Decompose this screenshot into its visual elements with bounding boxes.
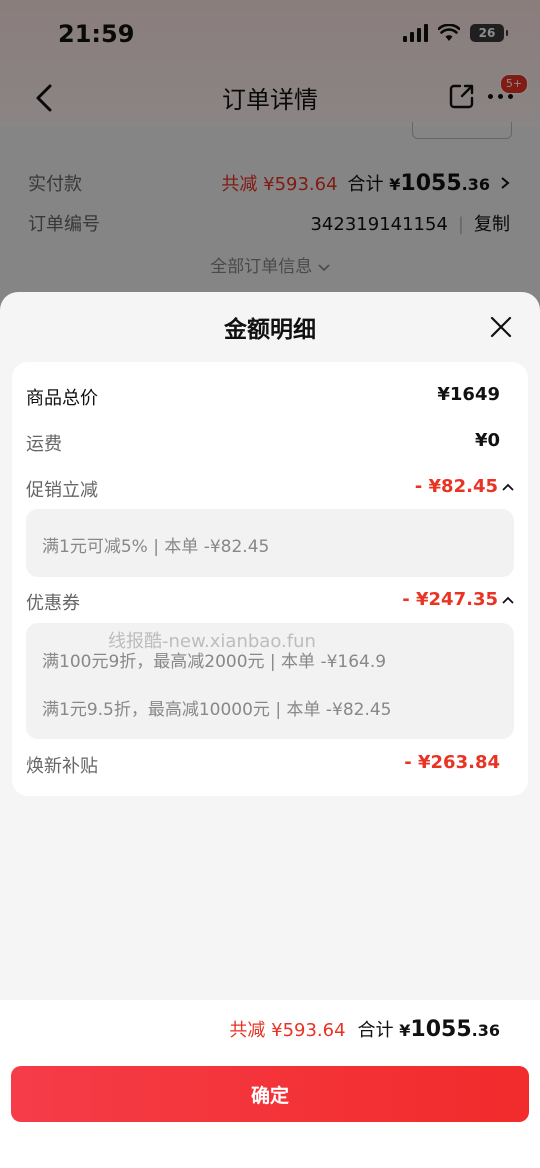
promo-detail-line: 满1元可减5% | 本单 -¥82.45 xyxy=(42,537,270,557)
subsidy-value: - ¥263.84 xyxy=(404,752,500,773)
shipping-label: 运费 xyxy=(26,434,62,455)
shipping-value: ¥0 xyxy=(474,430,500,451)
sheet-footer: 共减 ¥593.64 合计 ¥1055.36 确定 xyxy=(0,1000,540,1168)
shipping-row: 运费 ¥0 xyxy=(26,428,500,456)
coupon-row: 优惠券 - ¥247.35 xyxy=(26,587,514,615)
amount-detail-card: 商品总价 ¥1649 运费 ¥0 促销立减 - ¥82.45 满1元可减5% |… xyxy=(12,362,528,796)
promo-row: 促销立减 - ¥82.45 xyxy=(26,474,514,502)
coupon-value: - ¥247.35 xyxy=(402,589,498,610)
subsidy-label: 焕新补贴 xyxy=(26,756,98,777)
promo-value: - ¥82.45 xyxy=(414,476,498,497)
footer-total-reduce: 共减 ¥593.64 xyxy=(229,1020,346,1041)
promo-detail-box: 满1元可减5% | 本单 -¥82.45 xyxy=(26,509,514,577)
sheet-title: 金额明细 xyxy=(224,317,316,343)
goods-total-value: ¥1649 xyxy=(437,384,500,405)
close-icon[interactable] xyxy=(490,316,512,338)
confirm-button[interactable]: 确定 xyxy=(11,1066,529,1122)
promo-label: 促销立减 xyxy=(26,480,98,501)
coupon-toggle[interactable]: - ¥247.35 xyxy=(402,589,514,610)
coupon-label: 优惠券 xyxy=(26,593,80,614)
footer-summary: 共减 ¥593.64 合计 ¥1055.36 xyxy=(229,1016,500,1042)
subsidy-row: 焕新补贴 - ¥263.84 xyxy=(26,750,500,778)
chevron-up-icon xyxy=(502,596,514,604)
coupon-detail-line: 满1元9.5折，最高减10000元 | 本单 -¥82.45 xyxy=(42,700,392,720)
watermark-text: 线报酷-new.xianbao.fun xyxy=(108,631,316,652)
goods-total-label: 商品总价 xyxy=(26,388,98,409)
chevron-up-icon xyxy=(502,483,514,491)
promo-toggle[interactable]: - ¥82.45 xyxy=(415,476,514,497)
goods-total-row: 商品总价 ¥1649 xyxy=(26,382,500,410)
footer-total: 合计 ¥1055.36 xyxy=(357,1017,500,1042)
